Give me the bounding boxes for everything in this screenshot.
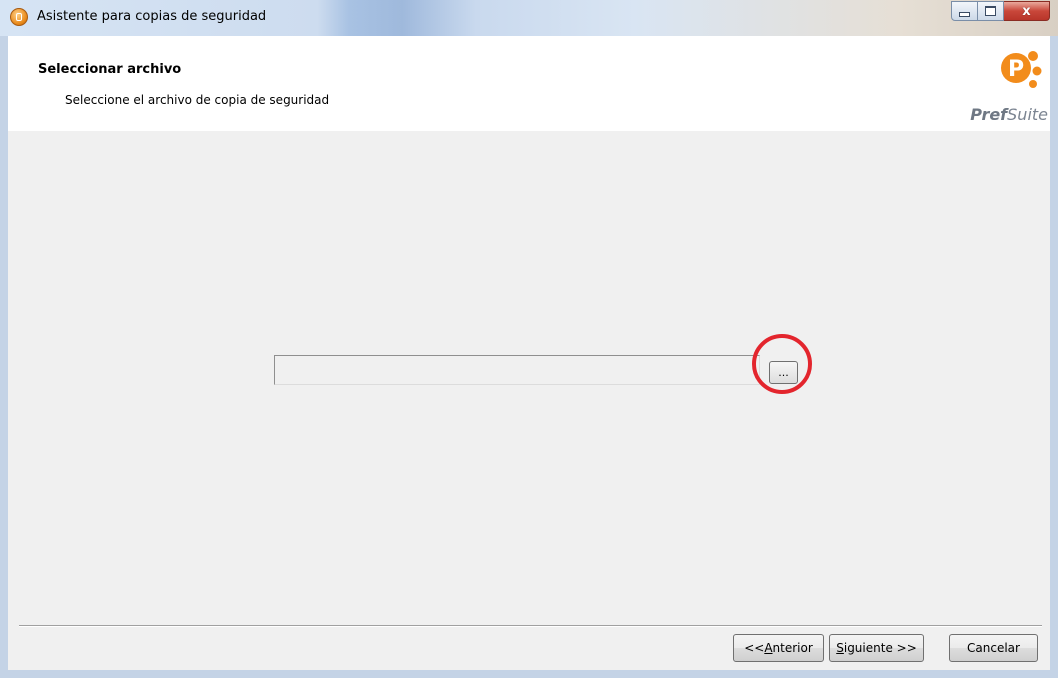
next-button[interactable]: Siguiente >> [829,634,924,662]
next-button-hotkey: S [836,641,844,655]
previous-button-prefix: << [744,641,765,655]
logo-mark-letter: P [1008,57,1024,82]
wizard-header: Seleccionar archivo Seleccione el archiv… [8,36,1050,131]
footer-separator [19,625,1042,627]
next-button-rest: iguiente >> [843,641,917,655]
page-subtitle: Seleccione el archivo de copia de seguri… [65,93,330,107]
file-path-field[interactable] [274,355,760,385]
logo-text-bold: Pref [970,105,1008,124]
maximize-icon [985,6,996,16]
app-backup-icon [10,8,28,26]
minimize-button[interactable] [951,1,978,21]
prefsuite-logo: P PrefSuite [970,50,1050,130]
wizard-window: Asistente para copias de seguridad x Sel… [0,0,1058,678]
close-button[interactable]: x [1004,1,1050,21]
title-bar[interactable]: Asistente para copias de seguridad x [0,0,1058,36]
previous-button-rest: nterior [772,641,813,655]
highlight-circle [752,334,812,394]
window-controls: x [951,1,1050,23]
logo-text-regular: Suite [1007,105,1048,124]
logo-text: PrefSuite [970,105,1048,124]
wizard-content: ... [8,131,1050,621]
prefsuite-logo-icon: P [1001,51,1042,88]
minimize-icon [959,11,970,17]
maximize-button[interactable] [978,1,1004,21]
page-title: Seleccionar archivo [38,62,182,77]
previous-button-hotkey: A [764,641,773,655]
cancel-button[interactable]: Cancelar [949,634,1038,662]
window-title: Asistente para copias de seguridad [37,9,267,24]
close-icon: x [1022,3,1031,19]
previous-button[interactable]: << Anterior [733,634,824,662]
